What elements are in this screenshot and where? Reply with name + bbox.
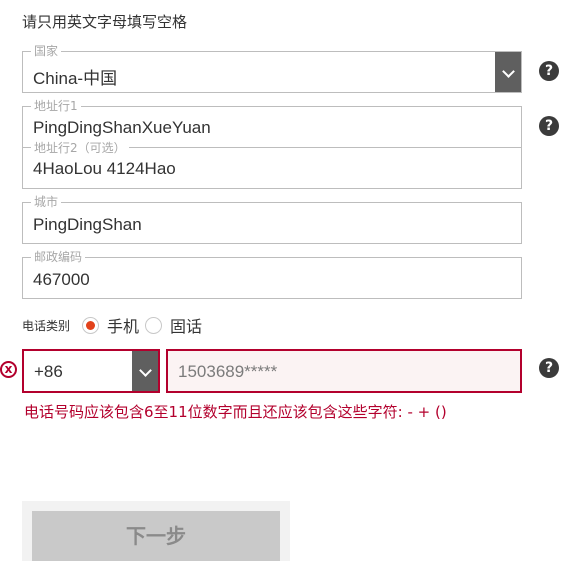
phone-number-field[interactable]: 1503689***** <box>166 349 522 393</box>
next-button-container: 下一步 <box>22 501 290 561</box>
country-code-value: +86 <box>34 362 63 381</box>
address-help-icon[interactable]: ? <box>539 116 559 136</box>
country-code-select[interactable]: +86 <box>22 349 160 393</box>
phone-help-icon[interactable]: ? <box>539 358 559 378</box>
city-field[interactable]: 城市 PingDingShan <box>22 195 522 244</box>
country-dropdown-button[interactable] <box>495 52 521 92</box>
radio-landline-label[interactable]: 固话 <box>170 313 202 337</box>
address-line2-label: 地址行2（可选） <box>31 141 129 155</box>
address-line1-input[interactable]: PingDingShanXueYuan <box>33 118 211 138</box>
radio-mobile-label[interactable]: 手机 <box>107 313 139 337</box>
chevron-down-icon <box>502 65 515 78</box>
postcode-label: 邮政编码 <box>31 250 86 264</box>
phone-type-group: 电话类别 手机 固话 <box>22 314 208 336</box>
instruction-text: 请只用英文字母填写空格 <box>22 13 188 31</box>
address-line1-label: 地址行1 <box>31 99 81 113</box>
error-icon: x <box>0 361 17 378</box>
address-line2-input[interactable]: 4HaoLou 4124Hao <box>33 159 176 179</box>
country-label: 国家 <box>31 44 62 58</box>
city-label: 城市 <box>31 195 62 209</box>
country-value: China-中国 <box>33 69 118 88</box>
chevron-down-icon <box>139 364 152 377</box>
postcode-field[interactable]: 邮政编码 467000 <box>22 250 522 299</box>
address-group: 地址行1 PingDingShanXueYuan 地址行2（可选） 4HaoLo… <box>22 99 522 189</box>
next-button[interactable]: 下一步 <box>32 511 280 561</box>
country-select[interactable]: 国家 China-中国 <box>22 44 522 93</box>
phone-type-label: 电话类别 <box>22 318 71 333</box>
country-help-icon[interactable]: ? <box>539 61 559 81</box>
phone-error-message: 电话号码应该包含6至11位数字而且还应该包含这些字符: - + () <box>24 403 447 421</box>
country-code-dropdown-button[interactable] <box>132 351 158 391</box>
city-input[interactable]: PingDingShan <box>33 215 142 235</box>
radio-mobile[interactable] <box>82 316 100 334</box>
phone-number-input[interactable]: 1503689***** <box>178 362 277 382</box>
postcode-input[interactable]: 467000 <box>33 270 90 290</box>
radio-landline[interactable] <box>145 316 163 334</box>
